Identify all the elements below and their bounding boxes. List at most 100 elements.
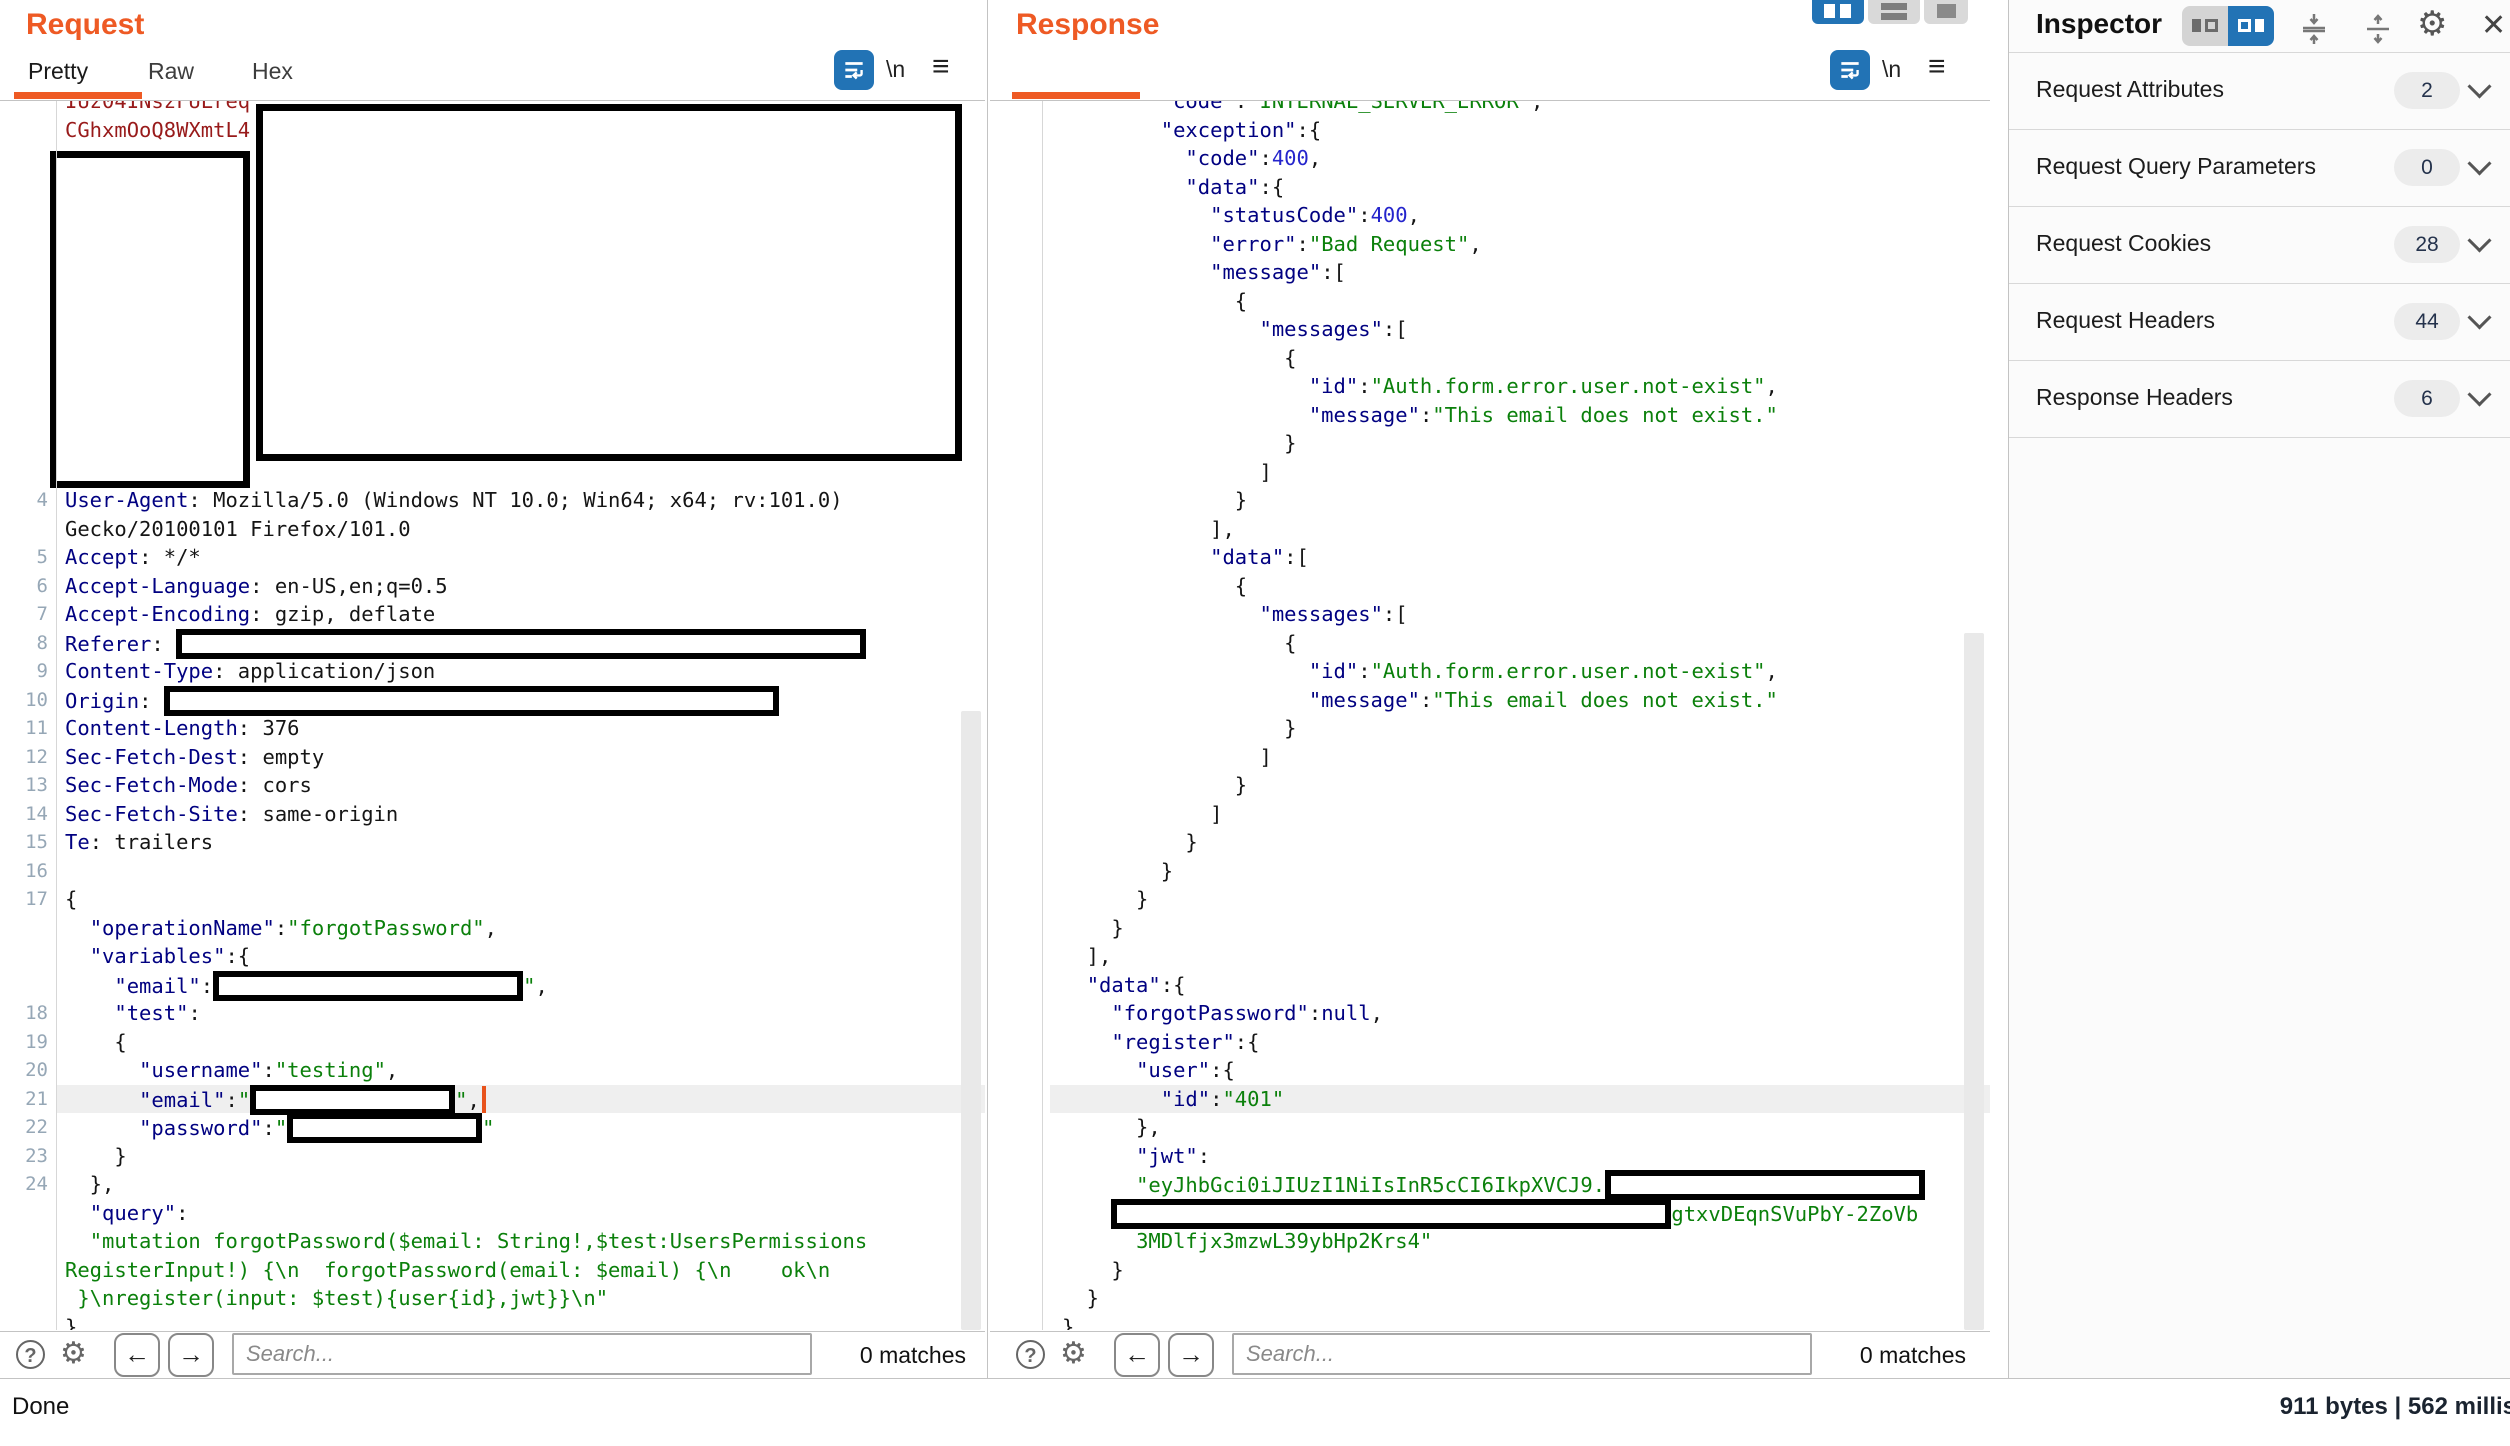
line-number xyxy=(990,429,1050,458)
wrap-lines-icon xyxy=(1837,57,1863,83)
wrap-lines-button[interactable] xyxy=(834,50,874,90)
code-row: ] xyxy=(990,458,1990,487)
redaction-box xyxy=(287,1113,482,1143)
code-row: }\nregister(input: $test){user{id},jwt}}… xyxy=(0,1284,985,1313)
help-icon[interactable]: ? xyxy=(1016,1340,1045,1369)
status-bar: Done 911 bytes | 562 millis xyxy=(0,1379,2510,1446)
help-icon[interactable]: ? xyxy=(16,1340,45,1369)
code-row: "id":"Auth.form.error.user.not-exist", xyxy=(990,372,1990,401)
line-number xyxy=(990,857,1050,886)
burp-repeater-window: Request PrettyRawHex \n ≡ IUz04INszFULre… xyxy=(0,0,2510,1446)
newline-toggle[interactable]: \n xyxy=(886,56,905,83)
text-caret xyxy=(482,1086,486,1113)
code-row: 15Te: trailers xyxy=(0,828,985,857)
line-number: 18 xyxy=(0,999,56,1028)
response-search-input[interactable] xyxy=(1232,1333,1812,1375)
code-row: 10Origin: xyxy=(0,686,985,715)
tab-pretty[interactable]: Pretty xyxy=(28,58,88,85)
search-settings-gear-icon[interactable]: ⚙ xyxy=(60,1337,87,1371)
tab-raw[interactable]: Raw xyxy=(148,58,194,85)
line-number: 13 xyxy=(0,771,56,800)
response-editor[interactable]: "code":"INTERNAL_SERVER_ERROR", "excepti… xyxy=(990,101,1990,1330)
layout-rows-button[interactable] xyxy=(1868,0,1920,24)
line-number xyxy=(990,543,1050,572)
line-number xyxy=(990,258,1050,287)
previous-match-button[interactable]: ← xyxy=(1114,1333,1160,1377)
chevron-down-icon[interactable] xyxy=(2467,305,2491,329)
line-number xyxy=(0,144,56,173)
line-number xyxy=(0,315,56,344)
line-number xyxy=(990,686,1050,715)
request-match-count: 0 matches xyxy=(840,1342,966,1369)
code-row: "exception":{ xyxy=(990,116,1990,145)
line-number xyxy=(990,1227,1050,1256)
layout-single-button[interactable] xyxy=(1924,0,1968,24)
next-match-button[interactable]: → xyxy=(1168,1333,1214,1377)
chevron-down-icon[interactable] xyxy=(2467,151,2491,175)
line-number xyxy=(990,315,1050,344)
redaction-box xyxy=(1605,1170,1925,1200)
inspector-settings-gear-icon[interactable]: ⚙ xyxy=(2417,4,2447,44)
line-number xyxy=(0,1313,56,1331)
search-settings-gear-icon[interactable]: ⚙ xyxy=(1060,1337,1087,1371)
count-badge: 44 xyxy=(2394,303,2460,340)
line-number xyxy=(990,657,1050,686)
collapse-all-icon[interactable] xyxy=(2297,12,2331,46)
line-number xyxy=(0,458,56,487)
line-number: 14 xyxy=(0,800,56,829)
request-editor[interactable]: IUz04INszFULreqCGhxmOoQ8WXmtL44User-Agen… xyxy=(0,101,985,1330)
line-number xyxy=(990,1170,1050,1199)
request-scrollbar[interactable] xyxy=(961,711,981,1330)
inspector-section-request-attributes[interactable]: Request Attributes2 xyxy=(2009,52,2510,129)
line-number xyxy=(990,1028,1050,1057)
line-number xyxy=(990,600,1050,629)
chevron-down-icon[interactable] xyxy=(2467,382,2491,406)
code-row: { xyxy=(990,629,1990,658)
code-row: 9Content-Type: application/json xyxy=(0,657,985,686)
code-row: 23 } xyxy=(0,1142,985,1171)
count-badge: 6 xyxy=(2394,380,2460,417)
next-match-button[interactable]: → xyxy=(168,1333,214,1377)
panel-divider[interactable] xyxy=(987,0,988,1378)
inspector-section-request-query-parameters[interactable]: Request Query Parameters0 xyxy=(2009,129,2510,206)
code-row: "query": xyxy=(0,1199,985,1228)
response-scrollbar[interactable] xyxy=(1964,633,1984,1330)
redaction-box xyxy=(250,1085,455,1115)
hamburger-menu-icon[interactable]: ≡ xyxy=(932,52,950,82)
line-number xyxy=(0,1256,56,1285)
close-icon[interactable]: ✕ xyxy=(2481,8,2506,43)
response-content-bottom-border xyxy=(990,1331,1990,1332)
chevron-down-icon[interactable] xyxy=(2467,74,2491,98)
previous-match-button[interactable]: ← xyxy=(114,1333,160,1377)
request-search-input[interactable] xyxy=(232,1333,812,1375)
panel-layout-icon xyxy=(2238,19,2251,32)
line-number xyxy=(990,458,1050,487)
tab-hex[interactable]: Hex xyxy=(252,58,293,85)
line-number xyxy=(990,1199,1050,1228)
line-number xyxy=(0,914,56,943)
code-row: "email":", xyxy=(0,971,985,1000)
line-number xyxy=(990,201,1050,230)
redaction-box xyxy=(213,971,523,1001)
chevron-down-icon[interactable] xyxy=(2467,228,2491,252)
newline-toggle[interactable]: \n xyxy=(1882,56,1901,83)
response-match-count: 0 matches xyxy=(1840,1342,1966,1369)
inspector-section-request-cookies[interactable]: Request Cookies28 xyxy=(2009,206,2510,283)
expand-all-icon[interactable] xyxy=(2361,12,2395,46)
inspector-section-request-headers[interactable]: Request Headers44 xyxy=(2009,283,2510,360)
inspector-layout-toggle-left[interactable] xyxy=(2182,6,2228,46)
code-row: "messages":[ xyxy=(990,315,1990,344)
code-row: "data":{ xyxy=(990,971,1990,1000)
hamburger-menu-icon[interactable]: ≡ xyxy=(1928,52,1946,82)
layout-columns-button[interactable] xyxy=(1812,0,1864,24)
inspector-section-response-headers[interactable]: Response Headers6 xyxy=(2009,360,2510,437)
code-row: 13Sec-Fetch-Mode: cors xyxy=(0,771,985,800)
wrap-lines-button[interactable] xyxy=(1830,50,1870,90)
code-row: { xyxy=(990,344,1990,373)
code-row: } xyxy=(990,429,1990,458)
code-row: "error":"Bad Request", xyxy=(990,230,1990,259)
inspector-layout-toggle-right[interactable] xyxy=(2228,6,2274,46)
line-number xyxy=(990,401,1050,430)
line-number xyxy=(990,1256,1050,1285)
line-number xyxy=(0,201,56,230)
